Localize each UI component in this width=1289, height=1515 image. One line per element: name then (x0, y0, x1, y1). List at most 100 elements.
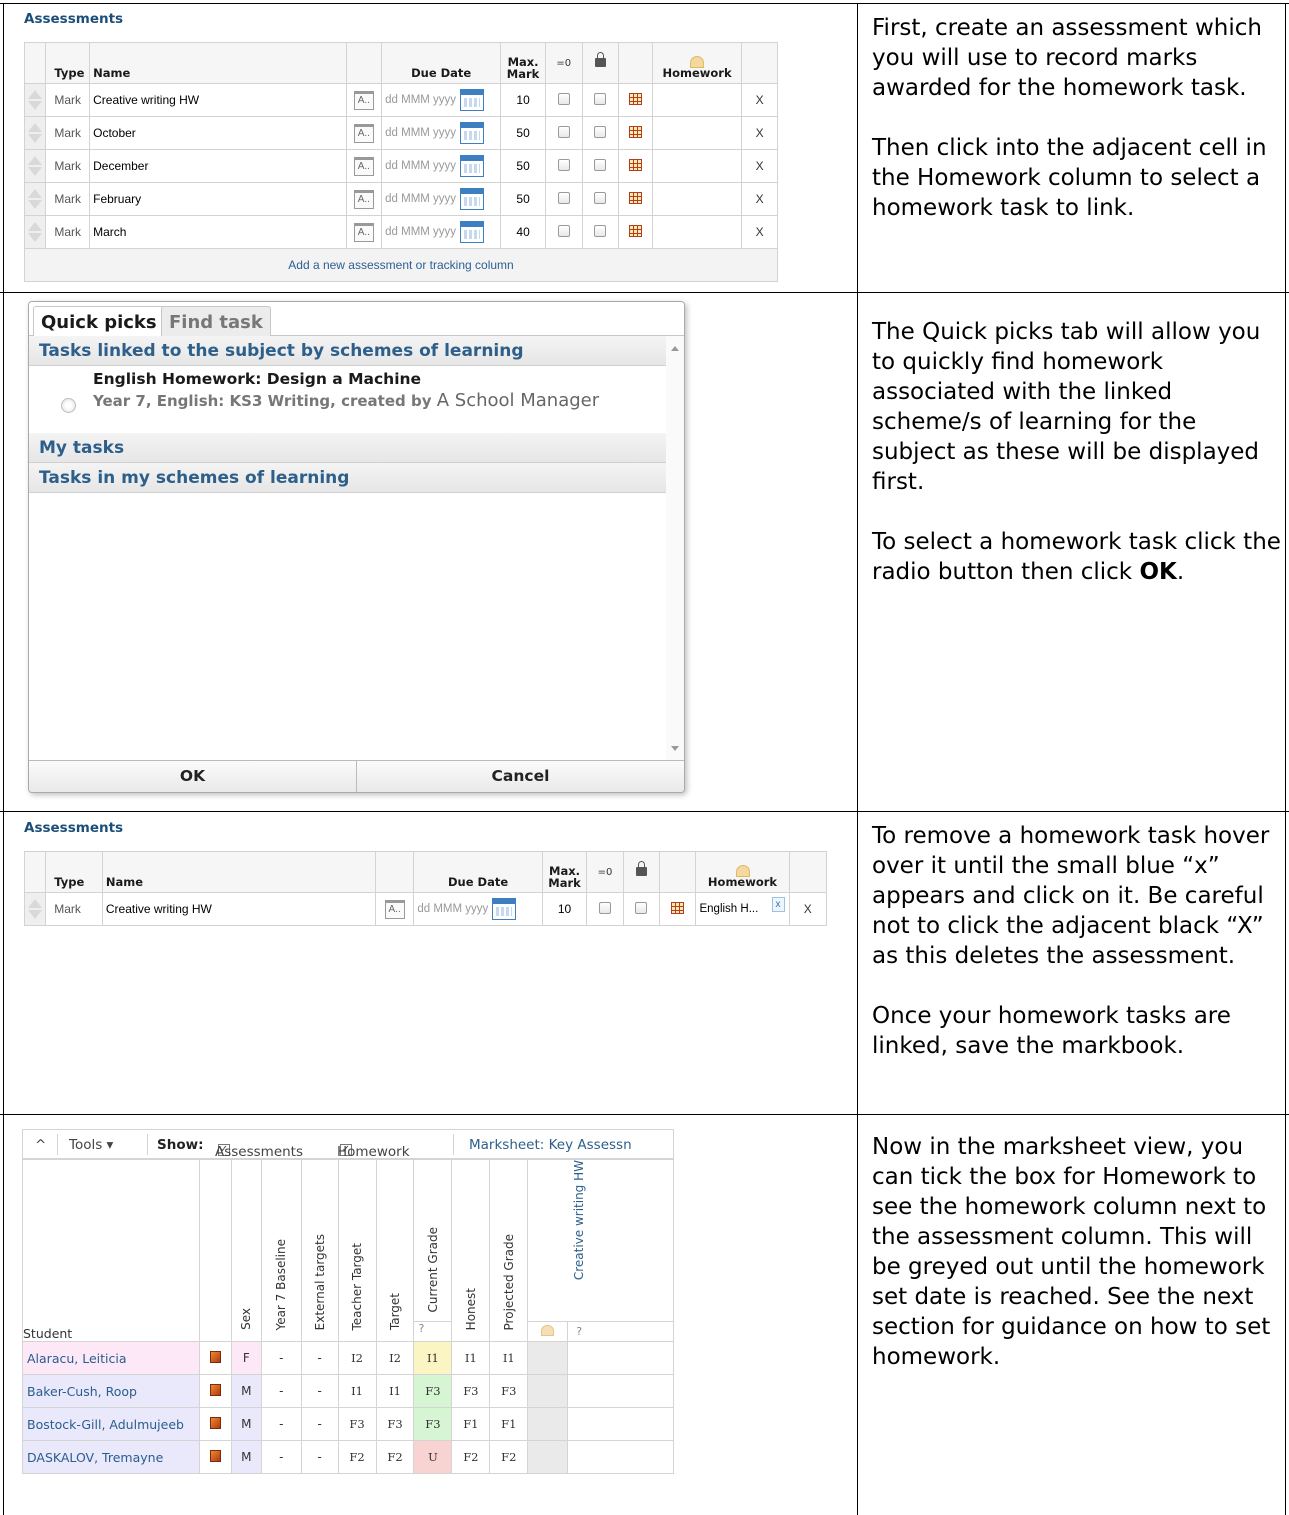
collapse-button[interactable]: ^ (35, 1137, 46, 1153)
abbreviation-icon[interactable]: A.. (384, 899, 405, 919)
abbreviation-icon[interactable]: A.. (353, 156, 374, 176)
zero-checkbox[interactable] (557, 191, 570, 204)
homework-link-cell[interactable]: English H... x (695, 892, 790, 926)
zero-checkbox[interactable] (557, 224, 570, 237)
col-baseline[interactable]: Year 7 Baseline (260, 1158, 302, 1343)
student-report-icon[interactable] (209, 1350, 221, 1363)
homework-link-cell[interactable] (651, 182, 743, 216)
assessment-name-input[interactable]: Creative writing HW (101, 892, 376, 926)
homework-link-cell[interactable] (651, 116, 743, 150)
reorder-handle[interactable] (23, 182, 47, 216)
homework-link-cell[interactable] (651, 149, 743, 183)
section-linked-tasks[interactable]: Tasks linked to the subject by schemes o… (29, 336, 684, 366)
calendar-icon[interactable] (460, 122, 485, 144)
calendar-icon[interactable] (460, 89, 485, 111)
reorder-handle[interactable] (23, 149, 47, 183)
student-header[interactable]: Student (22, 1158, 200, 1343)
max-mark-input[interactable]: 10 (541, 892, 588, 926)
delete-assessment-button[interactable]: X (741, 182, 778, 216)
homework-link-cell[interactable] (651, 83, 743, 117)
task-item[interactable]: English Homework: Design a Machine Year … (29, 366, 684, 433)
grade-grid-icon[interactable] (628, 224, 642, 237)
lock-checkbox[interactable] (594, 158, 607, 171)
student-report-icon[interactable] (209, 1383, 221, 1396)
student-name-link[interactable]: Bostock-Gill, Adulmujeeb (22, 1407, 200, 1442)
assessment-name-input[interactable]: February (89, 182, 347, 216)
assessment-name-input[interactable]: March (89, 215, 347, 249)
max-mark-input[interactable]: 40 (500, 215, 546, 249)
max-mark-input[interactable]: 10 (500, 83, 546, 117)
calendar-icon[interactable] (460, 188, 485, 210)
delete-assessment-button[interactable]: X (741, 116, 778, 150)
zero-checkbox[interactable] (557, 92, 570, 105)
zero-checkbox[interactable] (557, 125, 570, 138)
tab-find-task[interactable]: Find task (161, 306, 271, 337)
zero-checkbox[interactable] (598, 901, 611, 914)
due-date-field[interactable]: dd MMM yyyy (381, 116, 502, 150)
grade-grid-icon[interactable] (628, 158, 642, 171)
col-sex[interactable]: Sex (230, 1158, 262, 1343)
calendar-icon[interactable] (460, 155, 485, 177)
col-external-targets[interactable]: External targets (300, 1158, 339, 1343)
lock-checkbox[interactable] (594, 191, 607, 204)
calendar-icon[interactable] (460, 221, 485, 243)
col-projected-grade[interactable]: Projected Grade (489, 1158, 529, 1343)
col-creative-writing-hw[interactable]: Creative writing HW ? (527, 1158, 674, 1343)
calendar-icon[interactable] (492, 898, 517, 920)
lock-checkbox[interactable] (594, 125, 607, 138)
student-report-icon[interactable] (209, 1449, 221, 1462)
section-my-schemes[interactable]: Tasks in my schemes of learning (29, 463, 684, 493)
abbreviation-icon[interactable]: A.. (353, 189, 374, 209)
scroll-up-icon[interactable] (671, 346, 679, 351)
lock-checkbox[interactable] (635, 901, 648, 914)
cancel-button[interactable]: Cancel (356, 761, 684, 792)
add-assessment-link[interactable]: Add a new assessment or tracking column (24, 248, 778, 282)
student-report-icon[interactable] (209, 1416, 221, 1429)
reorder-handle[interactable] (23, 83, 47, 117)
lock-checkbox[interactable] (594, 224, 607, 237)
delete-assessment-button[interactable]: X (741, 149, 778, 183)
student-name-link[interactable]: Baker-Cush, Roop (22, 1374, 200, 1409)
assessment-mark-cell[interactable] (567, 1407, 674, 1442)
dialog-scrollbar[interactable] (666, 336, 684, 761)
due-date-field[interactable]: dd MMM yyyy (381, 182, 502, 216)
grade-grid-icon[interactable] (628, 125, 642, 138)
col-target[interactable]: Target (375, 1158, 415, 1343)
max-mark-input[interactable]: 50 (500, 182, 546, 216)
assessment-mark-cell[interactable] (567, 1341, 674, 1376)
delete-assessment-button[interactable]: X (741, 215, 778, 249)
student-name-link[interactable]: Alaracu, Leiticia (22, 1341, 200, 1376)
abbreviation-icon[interactable]: A.. (353, 90, 374, 110)
reorder-handle[interactable] (23, 116, 47, 150)
grade-grid-icon[interactable] (628, 92, 642, 105)
due-date-field[interactable]: dd MMM yyyy (381, 149, 502, 183)
scroll-down-icon[interactable] (671, 746, 679, 751)
max-mark-input[interactable]: 50 (500, 149, 546, 183)
assessment-name-input[interactable]: Creative writing HW (89, 83, 347, 117)
col-current-grade[interactable]: Current Grade? (413, 1158, 453, 1343)
grade-grid-icon[interactable] (628, 191, 642, 204)
assessment-name-input[interactable]: October (89, 116, 347, 150)
due-date-field[interactable]: dd MMM yyyy (413, 892, 543, 926)
abbreviation-icon[interactable]: A.. (353, 123, 374, 143)
reorder-handle[interactable] (23, 892, 47, 926)
col-teacher-target[interactable]: Teacher Target (337, 1158, 377, 1343)
delete-assessment-button[interactable]: X (741, 83, 778, 117)
assessment-name-input[interactable]: December (89, 149, 347, 183)
assessment-mark-cell[interactable] (567, 1374, 674, 1409)
section-my-tasks[interactable]: My tasks (29, 433, 684, 463)
due-date-field[interactable]: dd MMM yyyy (381, 215, 502, 249)
homework-link-cell[interactable] (651, 215, 743, 249)
tab-quick-picks[interactable]: Quick picks (33, 306, 165, 338)
tools-menu[interactable]: Tools ▾ (69, 1137, 113, 1153)
zero-checkbox[interactable] (557, 158, 570, 171)
remove-homework-x-icon[interactable]: x (771, 897, 785, 912)
ok-button[interactable]: OK (29, 761, 356, 792)
max-mark-input[interactable]: 50 (500, 116, 546, 150)
due-date-field[interactable]: dd MMM yyyy (381, 83, 502, 117)
grade-grid-icon[interactable] (671, 901, 685, 914)
reorder-handle[interactable] (23, 215, 47, 249)
abbreviation-icon[interactable]: A.. (353, 222, 374, 242)
delete-assessment-button[interactable]: X (788, 892, 828, 926)
task-radio-button[interactable] (61, 398, 76, 413)
